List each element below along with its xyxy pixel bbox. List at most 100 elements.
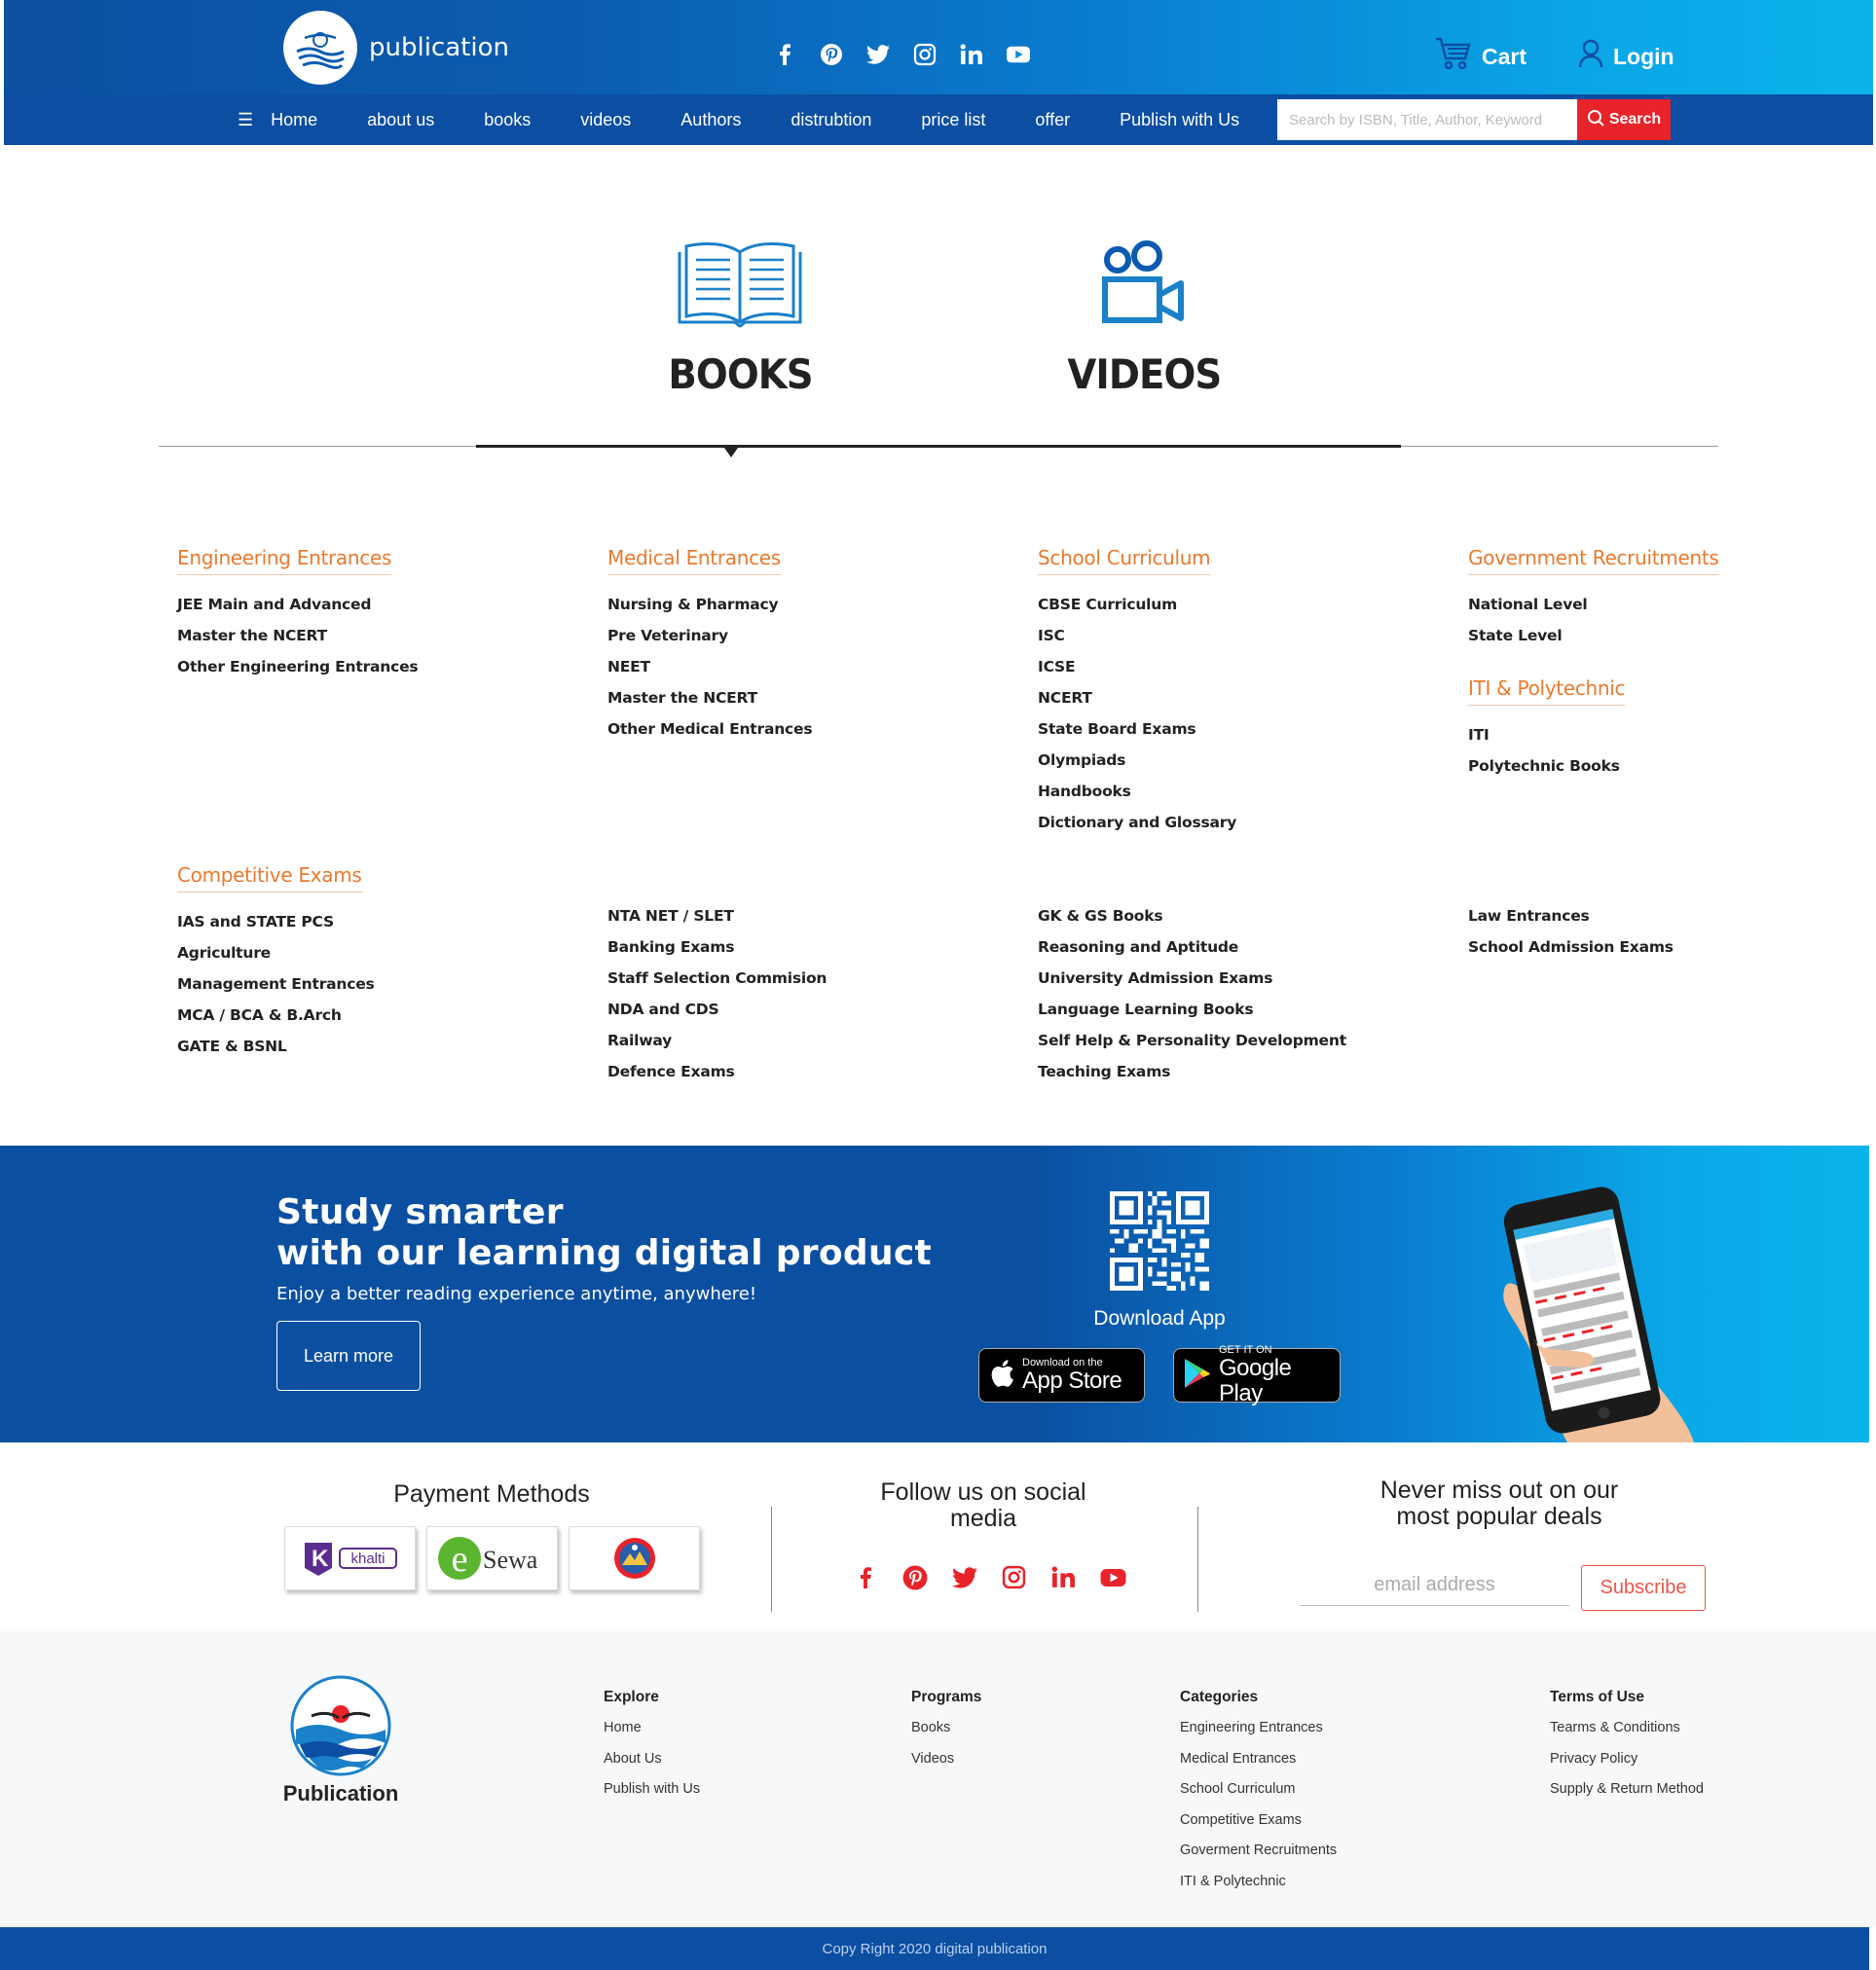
category-link[interactable]: State Board Exams bbox=[1038, 713, 1236, 745]
category-link[interactable]: School Admission Exams bbox=[1468, 931, 1674, 963]
nav-item-home[interactable]: Home bbox=[271, 110, 317, 130]
nav-item-offer[interactable]: offer bbox=[1035, 110, 1070, 130]
search-button[interactable]: Search bbox=[1577, 99, 1671, 140]
category-link[interactable]: Defence Exams bbox=[607, 1056, 827, 1087]
nav-item-authors[interactable]: Authors bbox=[681, 110, 741, 130]
category-link[interactable]: GATE & BSNL bbox=[177, 1031, 375, 1062]
header-social-links bbox=[773, 43, 1030, 66]
category-link[interactable]: Language Learning Books bbox=[1038, 994, 1346, 1025]
footer-link[interactable]: School Curriculum bbox=[1180, 1774, 1337, 1806]
category-link[interactable]: Handbooks bbox=[1038, 776, 1236, 807]
category-link[interactable]: Management Entrances bbox=[177, 968, 375, 1000]
learn-more-button[interactable]: Learn more bbox=[276, 1321, 421, 1391]
nav-item-books[interactable]: books bbox=[484, 110, 531, 130]
email-field[interactable] bbox=[1300, 1565, 1569, 1606]
category-link[interactable]: Law Entrances bbox=[1468, 900, 1674, 931]
category-title[interactable]: Government Recruitments bbox=[1468, 546, 1719, 575]
subscribe-button[interactable]: Subscribe bbox=[1581, 1565, 1706, 1611]
category-link[interactable]: University Admission Exams bbox=[1038, 963, 1346, 994]
twitter-icon[interactable] bbox=[866, 43, 890, 66]
tab-videos[interactable]: VIDEOS bbox=[1061, 238, 1222, 398]
linkedin-icon[interactable] bbox=[1050, 1564, 1077, 1590]
login-link[interactable]: Login bbox=[1578, 39, 1674, 74]
footer-link[interactable]: Privacy Policy bbox=[1550, 1744, 1704, 1775]
category-title[interactable]: Competitive Exams bbox=[177, 863, 362, 893]
esewa-payment-card[interactable]: e Sewa bbox=[426, 1526, 558, 1590]
category-link[interactable]: Other Engineering Entrances bbox=[177, 651, 419, 682]
pinterest-icon[interactable] bbox=[901, 1564, 928, 1590]
category-link[interactable]: ITI bbox=[1468, 719, 1625, 750]
instagram-icon[interactable] bbox=[1001, 1564, 1027, 1590]
site-logo[interactable]: publication bbox=[283, 11, 509, 85]
facebook-icon[interactable] bbox=[773, 43, 796, 66]
category-link[interactable]: IAS and STATE PCS bbox=[177, 906, 375, 937]
youtube-icon[interactable] bbox=[1100, 1564, 1126, 1590]
category-link[interactable]: NDA and CDS bbox=[607, 994, 827, 1025]
footer-logo[interactable] bbox=[290, 1675, 391, 1776]
instagram-icon[interactable] bbox=[913, 43, 937, 66]
category-link[interactable]: ICSE bbox=[1038, 651, 1236, 682]
linkedin-icon[interactable] bbox=[960, 43, 983, 66]
category-link[interactable]: NTA NET / SLET bbox=[607, 900, 827, 931]
pinterest-icon[interactable] bbox=[820, 43, 843, 66]
google-play-button[interactable]: GET IT ON Google Play bbox=[1173, 1344, 1341, 1405]
footer-link[interactable]: Goverment Recruitments bbox=[1180, 1836, 1337, 1867]
nav-item-publish-with-us[interactable]: Publish with Us bbox=[1120, 110, 1239, 130]
youtube-icon[interactable] bbox=[1007, 43, 1030, 66]
facebook-icon[interactable] bbox=[852, 1564, 878, 1590]
nav-item-distribution[interactable]: distrubtion bbox=[791, 110, 871, 130]
category-link[interactable]: NCERT bbox=[1038, 682, 1236, 713]
footer-link[interactable]: Competitive Exams bbox=[1180, 1806, 1337, 1837]
footer-link[interactable]: Home bbox=[604, 1713, 700, 1744]
category-title[interactable]: Medical Entrances bbox=[607, 546, 781, 575]
bank-payment-card[interactable] bbox=[569, 1526, 700, 1590]
footer-link[interactable]: Tearms & Conditions bbox=[1550, 1713, 1704, 1744]
category-title[interactable]: ITI & Polytechnic bbox=[1468, 676, 1626, 706]
category-link[interactable]: ISC bbox=[1038, 620, 1236, 651]
footer-col-title: Programs bbox=[911, 1689, 982, 1705]
category-link[interactable]: Banking Exams bbox=[607, 931, 827, 963]
footer-link[interactable]: Publish with Us bbox=[604, 1774, 700, 1806]
category-link[interactable]: JEE Main and Advanced bbox=[177, 589, 418, 620]
hamburger-menu-icon[interactable]: ☰ bbox=[238, 110, 253, 130]
footer-link[interactable]: Medical Entrances bbox=[1180, 1744, 1337, 1775]
category-link[interactable]: Self Help & Personality Development bbox=[1038, 1025, 1346, 1056]
nav-item-videos[interactable]: videos bbox=[580, 110, 631, 130]
category-link[interactable]: National Level bbox=[1468, 589, 1719, 620]
category-link[interactable]: Master the NCERT bbox=[607, 682, 812, 713]
footer-link[interactable]: Books bbox=[911, 1713, 981, 1744]
category-link[interactable]: Master the NCERT bbox=[177, 620, 418, 651]
twitter-icon[interactable] bbox=[951, 1564, 977, 1590]
category-engineering: Engineering Entrances JEE Main and Advan… bbox=[177, 546, 419, 682]
category-link[interactable]: MCA / BCA & B.Arch bbox=[177, 1000, 375, 1031]
tab-books[interactable]: BOOKS bbox=[662, 238, 818, 398]
cart-link[interactable]: Cart bbox=[1435, 37, 1527, 76]
khalti-payment-card[interactable]: K khalti bbox=[284, 1526, 416, 1590]
category-link[interactable]: GK & GS Books bbox=[1038, 900, 1346, 931]
footer-link[interactable]: Videos bbox=[911, 1744, 981, 1775]
category-link[interactable]: Reasoning and Aptitude bbox=[1038, 931, 1346, 963]
nav-item-about-us[interactable]: about us bbox=[367, 110, 434, 130]
footer-link[interactable]: Supply & Return Method bbox=[1550, 1774, 1704, 1806]
category-link[interactable]: Agriculture bbox=[177, 937, 375, 968]
category-link[interactable]: NEET bbox=[607, 651, 812, 682]
footer-link[interactable]: ITI & Polytechnic bbox=[1180, 1867, 1337, 1898]
search-input[interactable] bbox=[1277, 99, 1577, 140]
category-link[interactable]: Other Medical Entrances bbox=[607, 713, 813, 745]
category-link[interactable]: Nursing & Pharmacy bbox=[607, 589, 812, 620]
category-title[interactable]: School Curriculum bbox=[1038, 546, 1211, 575]
category-link[interactable]: Dictionary and Glossary bbox=[1038, 807, 1236, 838]
category-link[interactable]: Polytechnic Books bbox=[1468, 750, 1625, 782]
category-link[interactable]: Pre Veterinary bbox=[607, 620, 812, 651]
footer-link[interactable]: About Us bbox=[604, 1744, 700, 1775]
category-link[interactable]: Olympiads bbox=[1038, 745, 1236, 776]
category-link[interactable]: CBSE Curriculum bbox=[1038, 589, 1236, 620]
nav-item-price-list[interactable]: price list bbox=[921, 110, 985, 130]
category-link[interactable]: Staff Selection Commision bbox=[607, 963, 827, 994]
category-link[interactable]: Teaching Exams bbox=[1038, 1056, 1346, 1087]
category-link[interactable]: State Level bbox=[1468, 620, 1719, 651]
category-title[interactable]: Engineering Entrances bbox=[177, 546, 391, 575]
app-store-button[interactable]: Download on the App Store bbox=[978, 1348, 1145, 1403]
category-link[interactable]: Railway bbox=[607, 1025, 827, 1056]
footer-link[interactable]: Engineering Entrances bbox=[1180, 1713, 1337, 1744]
